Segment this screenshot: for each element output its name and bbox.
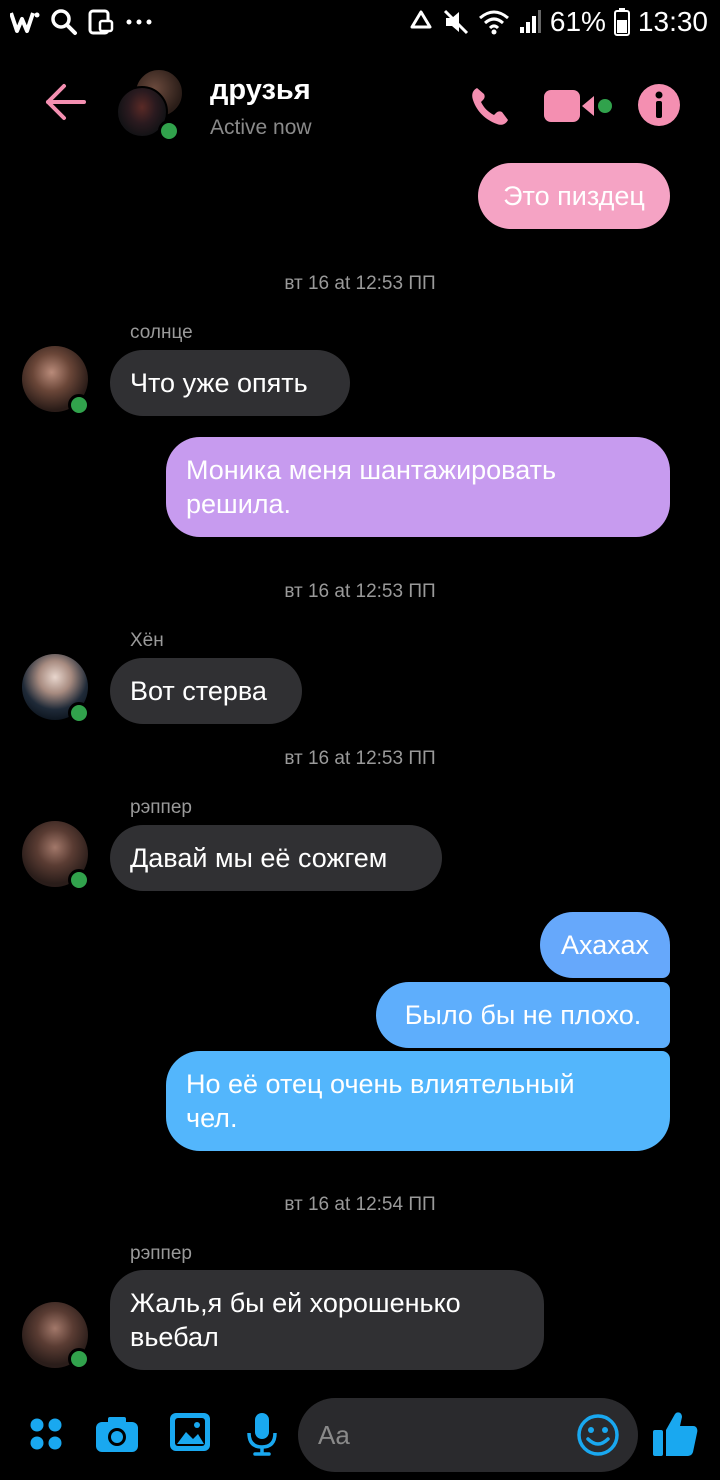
emoji-button[interactable]: [576, 1413, 620, 1462]
incoming-message[interactable]: Вот стерва: [110, 658, 302, 724]
message-input-placeholder: Aa: [318, 1420, 350, 1450]
outgoing-message[interactable]: Но её отец очень влиятельный чел.: [166, 1051, 670, 1151]
outgoing-message[interactable]: Моника меня шантажировать решила.: [166, 437, 670, 537]
message-list[interactable]: Это пиздец вт 16 at 12:53 ПП солнце Что …: [0, 0, 720, 1480]
gallery-button[interactable]: [168, 1410, 212, 1454]
sender-name: рэппер: [130, 1243, 192, 1264]
camera-button[interactable]: [94, 1412, 140, 1456]
timestamp: вт 16 at 12:53 ПП: [284, 581, 436, 602]
more-actions-button[interactable]: [26, 1414, 66, 1454]
outgoing-message[interactable]: Было бы не плохо.: [376, 982, 670, 1048]
microphone-icon: [247, 1413, 277, 1456]
sender-name: солнце: [130, 322, 193, 343]
sender-name: Хён: [130, 630, 164, 651]
outgoing-message[interactable]: Ахахах: [540, 912, 670, 978]
incoming-message[interactable]: Жаль,я бы ей хорошенько вьебал: [110, 1270, 544, 1370]
thumbs-up-icon: [653, 1412, 698, 1456]
message-input[interactable]: Aa: [298, 1398, 638, 1472]
timestamp: вт 16 at 12:53 ПП: [284, 273, 436, 294]
outgoing-message[interactable]: Это пиздец: [478, 163, 670, 229]
emoji-icon: [577, 1414, 619, 1456]
online-indicator: [68, 1348, 90, 1370]
sender-name: рэппер: [130, 797, 192, 818]
voice-message-button[interactable]: [244, 1410, 280, 1458]
timestamp: вт 16 at 12:53 ПП: [284, 748, 436, 769]
message-composer: Aa: [0, 1390, 720, 1480]
image-icon: [170, 1413, 210, 1451]
online-indicator: [68, 869, 90, 891]
incoming-message[interactable]: Давай мы её сожгем: [110, 825, 442, 891]
four-dots-icon: [30, 1418, 62, 1450]
timestamp: вт 16 at 12:54 ПП: [284, 1194, 436, 1215]
like-button[interactable]: [650, 1408, 700, 1460]
incoming-message[interactable]: Что уже опять: [110, 350, 350, 416]
camera-icon: [96, 1417, 138, 1452]
online-indicator: [68, 394, 90, 416]
online-indicator: [68, 702, 90, 724]
